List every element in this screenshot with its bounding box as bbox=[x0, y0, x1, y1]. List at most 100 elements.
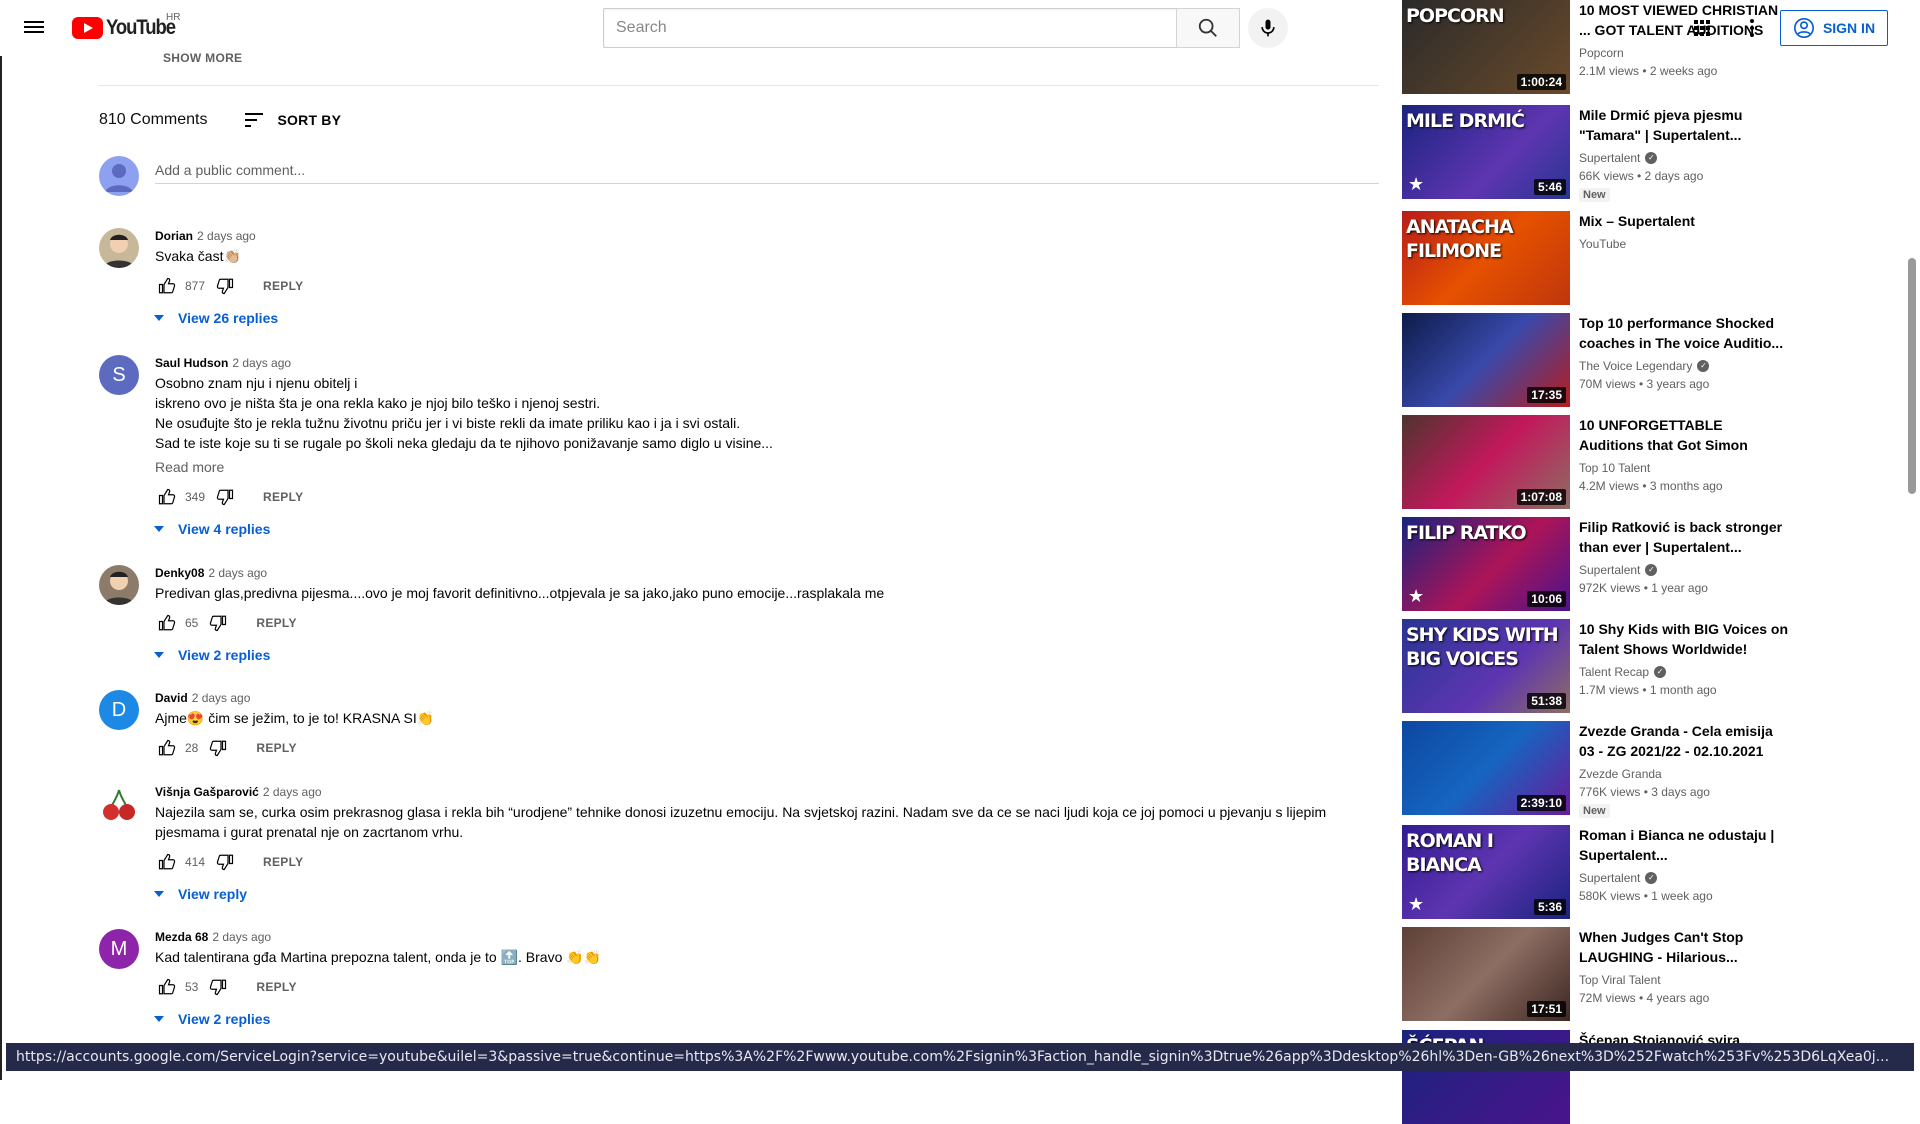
channel-name[interactable]: Top 10 Talent bbox=[1579, 459, 1650, 477]
video-thumbnail[interactable]: ROMAN I BIANCA ★ 5:36 bbox=[1402, 825, 1570, 919]
related-video-item[interactable]: 17:35 Top 10 performance Shocked coaches… bbox=[1402, 313, 1802, 407]
related-video-item[interactable]: SHY KIDS WITH BIG VOICES 51:38 10 Shy Kid… bbox=[1402, 619, 1802, 713]
video-title[interactable]: Filip Ratković is back stronger than eve… bbox=[1579, 517, 1789, 557]
like-icon[interactable] bbox=[155, 975, 179, 999]
video-thumbnail[interactable]: POPCORN 1:00:24 bbox=[1402, 0, 1570, 94]
channel-name[interactable]: The Voice Legendary bbox=[1579, 357, 1692, 375]
like-icon[interactable] bbox=[155, 274, 179, 298]
video-thumbnail[interactable]: MILE DRMIĆ ★ 5:46 bbox=[1402, 105, 1570, 199]
show-more-button[interactable]: SHOW MORE bbox=[163, 51, 242, 65]
search-input[interactable]: Search bbox=[603, 8, 1240, 48]
sort-by-button[interactable]: SORT BY bbox=[242, 108, 342, 132]
video-title[interactable]: Zvezde Granda - Cela emisija 03 - ZG 202… bbox=[1579, 721, 1789, 761]
video-thumbnail[interactable]: ANATACHA FILIMONE bbox=[1402, 211, 1570, 305]
comment-author[interactable]: Denky08 bbox=[155, 566, 204, 580]
reply-button[interactable]: REPLY bbox=[256, 741, 296, 755]
dislike-icon[interactable] bbox=[213, 850, 237, 874]
related-video-item[interactable]: 1:07:08 10 UNFORGETTABLE Auditions that … bbox=[1402, 415, 1802, 509]
comment-avatar[interactable] bbox=[99, 565, 139, 605]
related-video-item[interactable]: 17:51 When Judges Can't Stop LAUGHING - … bbox=[1402, 927, 1802, 1021]
video-duration: 17:35 bbox=[1527, 387, 1566, 403]
view-replies-button[interactable]: View reply bbox=[151, 886, 1399, 902]
reply-button[interactable]: REPLY bbox=[256, 980, 296, 994]
dislike-icon[interactable] bbox=[206, 611, 230, 635]
apps-grid-icon[interactable] bbox=[1690, 16, 1714, 40]
comment-time[interactable]: 2 days ago bbox=[212, 930, 271, 944]
channel-name[interactable]: Supertalent bbox=[1579, 561, 1640, 579]
comment-author[interactable]: Višnja Gašparović bbox=[155, 785, 259, 799]
search-button[interactable] bbox=[1176, 8, 1240, 48]
video-title[interactable]: Mix – Supertalent bbox=[1579, 211, 1789, 231]
comment-text: Osobno znam nju i njenu obitelj i iskren… bbox=[155, 375, 773, 451]
comment-avatar[interactable] bbox=[99, 784, 139, 824]
view-replies-button[interactable]: View 26 replies bbox=[151, 310, 1399, 326]
related-video-item[interactable]: FILIP RATKO ★ 10:06 Filip Ratković is back… bbox=[1402, 517, 1802, 611]
video-title[interactable]: Top 10 performance Shocked coaches in Th… bbox=[1579, 313, 1789, 353]
channel-name[interactable]: Supertalent bbox=[1579, 149, 1640, 167]
view-replies-button[interactable]: View 2 replies bbox=[151, 647, 1399, 663]
comment-author[interactable]: Saul Hudson bbox=[155, 356, 228, 370]
video-title[interactable]: Roman i Bianca ne odustaju | Supertalent… bbox=[1579, 825, 1789, 865]
comment-avatar[interactable]: D bbox=[99, 690, 139, 730]
channel-name[interactable]: Top Viral Talent bbox=[1579, 971, 1661, 989]
related-video-item[interactable]: ANATACHA FILIMONE Mix – Supertalent YouTu… bbox=[1402, 211, 1802, 305]
like-icon[interactable] bbox=[155, 485, 179, 509]
video-thumbnail[interactable]: 2:39:10 bbox=[1402, 721, 1570, 815]
comment-actions: 53 REPLY bbox=[155, 971, 1399, 1003]
related-video-item[interactable]: 2:39:10 Zvezde Granda - Cela emisija 03 … bbox=[1402, 721, 1802, 818]
sign-in-button[interactable]: SIGN IN bbox=[1780, 10, 1888, 46]
reply-button[interactable]: REPLY bbox=[263, 279, 303, 293]
comment-time[interactable]: 2 days ago bbox=[197, 229, 256, 243]
comment-meta: David 2 days ago bbox=[155, 690, 1399, 706]
comment-time[interactable]: 2 days ago bbox=[208, 566, 267, 580]
video-thumbnail[interactable]: 1:07:08 bbox=[1402, 415, 1570, 509]
more-options-icon[interactable] bbox=[1740, 16, 1764, 40]
voice-search-button[interactable] bbox=[1248, 8, 1288, 48]
video-title[interactable]: Mile Drmić pjeva pjesmu "Tamara" | Super… bbox=[1579, 105, 1789, 145]
comment-time[interactable]: 2 days ago bbox=[263, 785, 322, 799]
related-video-item[interactable]: MILE DRMIĆ ★ 5:46 Mile Drmić pjeva pjesmu … bbox=[1402, 105, 1802, 202]
comment-time[interactable]: 2 days ago bbox=[192, 691, 251, 705]
comment-time[interactable]: 2 days ago bbox=[232, 356, 291, 370]
add-comment-input[interactable]: Add a public comment... bbox=[155, 160, 1379, 184]
channel-name[interactable]: YouTube bbox=[1579, 235, 1626, 253]
channel-name[interactable]: Talent Recap bbox=[1579, 663, 1649, 681]
reply-button[interactable]: REPLY bbox=[256, 616, 296, 630]
comment-avatar[interactable] bbox=[99, 228, 139, 268]
comment-avatar[interactable]: M bbox=[99, 929, 139, 969]
video-thumbnail[interactable]: 17:35 bbox=[1402, 313, 1570, 407]
dislike-icon[interactable] bbox=[206, 736, 230, 760]
like-icon[interactable] bbox=[155, 850, 179, 874]
comment-author[interactable]: Mezda 68 bbox=[155, 930, 208, 944]
read-more-button[interactable]: Read more bbox=[155, 457, 1399, 477]
related-video-item[interactable]: ROMAN I BIANCA ★ 5:36 Roman i Bianca ne od… bbox=[1402, 825, 1802, 919]
video-thumbnail[interactable]: 17:51 bbox=[1402, 927, 1570, 1021]
reply-button[interactable]: REPLY bbox=[263, 490, 303, 504]
video-thumbnail[interactable]: SHY KIDS WITH BIG VOICES 51:38 bbox=[1402, 619, 1570, 713]
hamburger-menu-icon[interactable] bbox=[22, 16, 46, 40]
comment-author[interactable]: Dorian bbox=[155, 229, 193, 243]
related-video-item[interactable]: POPCORN 1:00:24 10 MOST VIEWED CHRISTIAN … bbox=[1402, 0, 1802, 94]
view-replies-button[interactable]: View 4 replies bbox=[151, 521, 1399, 537]
comment-avatar[interactable]: S bbox=[99, 355, 139, 395]
comment-text: Svaka čast👏🏼 bbox=[155, 248, 241, 264]
dislike-icon[interactable] bbox=[213, 485, 237, 509]
video-title[interactable]: 10 Shy Kids with BIG Voices on Talent Sh… bbox=[1579, 619, 1789, 659]
like-icon[interactable] bbox=[155, 611, 179, 635]
channel-row: Talent Recap ✓ bbox=[1579, 663, 1789, 681]
reply-button[interactable]: REPLY bbox=[263, 855, 303, 869]
channel-name[interactable]: Zvezde Granda bbox=[1579, 765, 1662, 783]
scrollbar-thumb[interactable] bbox=[1908, 258, 1916, 494]
dislike-icon[interactable] bbox=[206, 975, 230, 999]
view-replies-button[interactable]: View 2 replies bbox=[151, 1011, 1399, 1027]
video-duration: 10:06 bbox=[1527, 591, 1566, 607]
country-code: HR bbox=[166, 12, 181, 23]
video-thumbnail[interactable]: FILIP RATKO ★ 10:06 bbox=[1402, 517, 1570, 611]
channel-name[interactable]: Popcorn bbox=[1579, 44, 1624, 62]
channel-name[interactable]: Supertalent bbox=[1579, 869, 1640, 887]
video-title[interactable]: 10 UNFORGETTABLE Auditions that Got Simo… bbox=[1579, 415, 1789, 455]
comment-author[interactable]: David bbox=[155, 691, 188, 705]
video-title[interactable]: When Judges Can't Stop LAUGHING - Hilari… bbox=[1579, 927, 1789, 967]
like-icon[interactable] bbox=[155, 736, 179, 760]
dislike-icon[interactable] bbox=[213, 274, 237, 298]
